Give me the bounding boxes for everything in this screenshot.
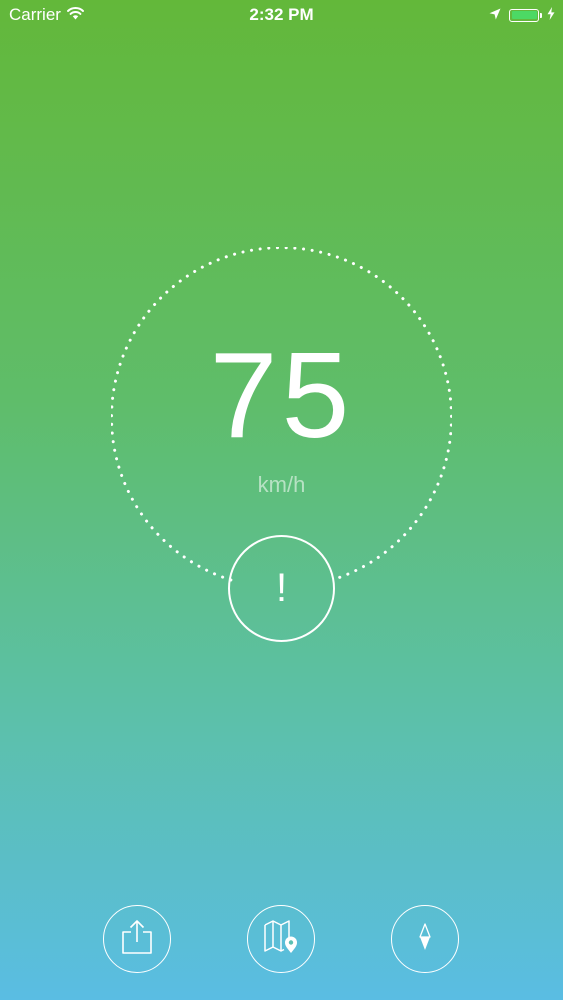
battery-fill xyxy=(511,11,537,19)
alert-icon: ! xyxy=(275,566,288,610)
battery-icon xyxy=(509,8,542,22)
share-icon xyxy=(120,919,154,960)
status-right-group xyxy=(489,5,555,25)
compass-button[interactable] xyxy=(391,905,459,973)
share-button[interactable] xyxy=(103,905,171,973)
compass-icon xyxy=(418,922,432,956)
speed-unit: km/h xyxy=(257,472,306,497)
status-bar: Carrier 2:32 PM xyxy=(0,0,563,30)
speedometer-screen: Carrier 2:32 PM 75 km/h ! xyxy=(0,0,563,1000)
map-button[interactable] xyxy=(247,905,315,973)
speed-value: 75 xyxy=(209,327,354,463)
location-arrow-icon xyxy=(489,5,501,25)
status-time: 2:32 PM xyxy=(249,5,314,24)
speed-alert-button[interactable]: ! xyxy=(228,535,335,642)
map-location-icon xyxy=(261,919,301,960)
charging-bolt-icon xyxy=(547,5,555,25)
